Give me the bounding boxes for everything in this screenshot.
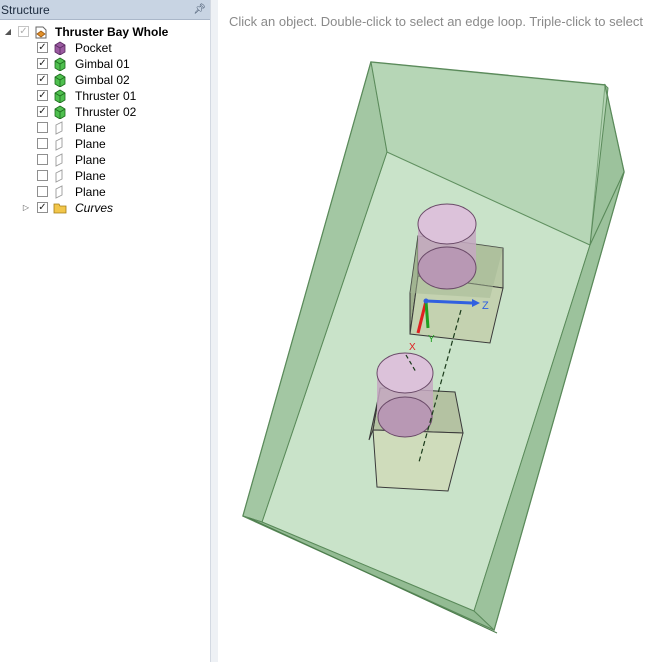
tree-root-row[interactable]: ◢ ✓ Thruster Bay Whole <box>0 24 210 40</box>
collapse-expander-icon[interactable]: ◢ <box>3 24 13 40</box>
item-checkbox[interactable]: ✓ <box>37 58 48 69</box>
item-label: Thruster 01 <box>75 89 137 103</box>
z-axis-arrow[interactable] <box>425 299 473 305</box>
tree-item-thruster-02[interactable]: ✓ Thruster 02 <box>0 104 210 120</box>
item-checkbox[interactable] <box>37 186 48 197</box>
item-label: Pocket <box>75 41 112 55</box>
part-icon <box>34 25 48 39</box>
triad-origin <box>423 298 429 304</box>
tree-item-plane[interactable]: Plane <box>0 152 210 168</box>
plane-icon <box>53 153 67 167</box>
plane-icon <box>53 121 67 135</box>
item-checkbox[interactable] <box>37 122 48 133</box>
item-label: Plane <box>75 169 106 183</box>
item-checkbox[interactable]: ✓ <box>37 74 48 85</box>
solid-body-icon <box>53 73 67 88</box>
3d-viewport[interactable]: Click an object. Double-click to select … <box>218 0 652 662</box>
plane-icon <box>53 185 67 199</box>
folder-icon <box>53 201 67 215</box>
tree-item-pocket[interactable]: ✓ Pocket <box>0 40 210 56</box>
tree-item-plane[interactable]: Plane <box>0 120 210 136</box>
solid-body-icon <box>53 57 67 72</box>
tree-item-plane[interactable]: Plane <box>0 184 210 200</box>
item-label: Plane <box>75 137 106 151</box>
tree-item-curves[interactable]: ▷ ✓ Curves <box>0 200 210 216</box>
item-label: Plane <box>75 121 106 135</box>
item-checkbox[interactable] <box>37 138 48 149</box>
item-label: Thruster 02 <box>75 105 137 119</box>
item-label: Plane <box>75 153 106 167</box>
root-checkbox[interactable]: ✓ <box>18 26 29 37</box>
tree-item-plane[interactable]: Plane <box>0 168 210 184</box>
tree-item-plane[interactable]: Plane <box>0 136 210 152</box>
item-checkbox[interactable]: ✓ <box>37 106 48 117</box>
item-label: Gimbal 02 <box>75 73 130 87</box>
y-axis-arrow[interactable] <box>424 300 430 329</box>
outer-box-body[interactable] <box>242 61 625 634</box>
model-scene[interactable]: Z X Y <box>218 0 652 662</box>
item-checkbox[interactable] <box>37 154 48 165</box>
structure-panel-header: Structure 📌︎ <box>0 0 210 20</box>
thruster-02-body[interactable] <box>376 352 434 438</box>
pin-icon[interactable]: 📌︎ <box>193 4 206 15</box>
panel-title: Structure <box>1 2 50 17</box>
plane-icon <box>53 137 67 151</box>
item-label: Curves <box>75 201 114 215</box>
item-checkbox[interactable]: ✓ <box>37 42 48 53</box>
x-axis-label: X <box>409 342 416 353</box>
item-checkbox[interactable]: ✓ <box>37 90 48 101</box>
item-checkbox[interactable]: ✓ <box>37 202 48 213</box>
expand-expander-icon[interactable]: ▷ <box>21 200 31 216</box>
plane-icon <box>53 169 67 183</box>
tree-item-thruster-01[interactable]: ✓ Thruster 01 <box>0 88 210 104</box>
solid-body-icon <box>53 105 67 120</box>
solid-body-icon <box>53 89 67 104</box>
tree-root-label: Thruster Bay Whole <box>55 25 169 39</box>
z-axis-label: Z <box>482 300 489 312</box>
structure-panel: Structure 📌︎ ◢ ✓ Thruster Bay Whole ✓ Po… <box>0 0 210 662</box>
thruster-01-body[interactable] <box>417 203 477 290</box>
y-axis-label: Y <box>428 334 435 345</box>
tree-item-gimbal-01[interactable]: ✓ Gimbal 01 <box>0 56 210 72</box>
structure-tree: ◢ ✓ Thruster Bay Whole ✓ Pocket ✓ Gimbal… <box>0 24 210 216</box>
item-checkbox[interactable] <box>37 170 48 181</box>
pocket-body-icon <box>53 41 67 56</box>
item-label: Plane <box>75 185 106 199</box>
item-label: Gimbal 01 <box>75 57 130 71</box>
tree-item-gimbal-02[interactable]: ✓ Gimbal 02 <box>0 72 210 88</box>
